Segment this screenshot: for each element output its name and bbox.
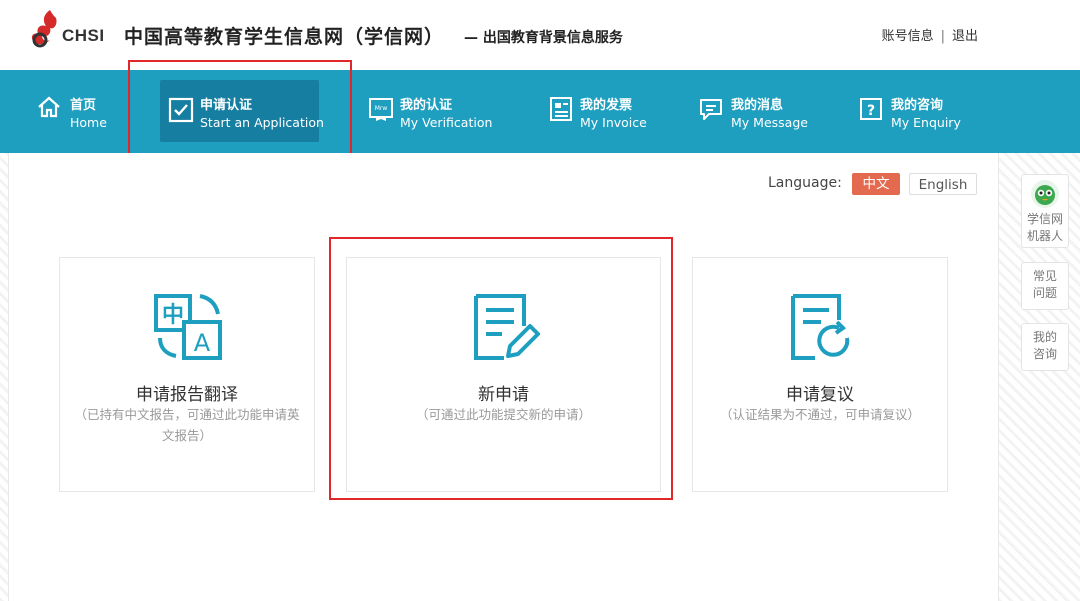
svg-text:中: 中 xyxy=(162,303,184,328)
site-subtitle: — 出国教育背景信息服务 xyxy=(464,30,623,46)
nav-label-en: My Enquiry xyxy=(891,115,961,130)
site-title: 中国高等教育学生信息网（学信网） xyxy=(124,26,445,48)
review-icon xyxy=(791,294,850,360)
nav-label-en: Home xyxy=(70,115,107,130)
nav-label-zh: 我的消息 xyxy=(731,98,784,113)
message-icon xyxy=(700,99,722,120)
faq-button[interactable]: 常见问题 xyxy=(1021,262,1069,310)
faq-label: 常见问题 xyxy=(1032,269,1057,300)
card-highlight-box xyxy=(329,237,673,500)
svg-text:A: A xyxy=(194,329,211,357)
language-label: Language: xyxy=(768,175,842,191)
svg-text:Mrw: Mrw xyxy=(375,105,388,112)
svg-text:?: ? xyxy=(867,103,875,119)
logo-text: CHSI xyxy=(62,26,105,45)
nav-label-en: My Invoice xyxy=(580,115,647,130)
home-icon xyxy=(38,96,60,118)
nav-label-zh: 首页 xyxy=(70,98,97,113)
language-en-button[interactable]: English xyxy=(909,173,977,195)
nav-highlight-box xyxy=(128,60,352,161)
robot-button[interactable]: 学信网机器人 xyxy=(1021,174,1069,248)
card-description: （认证结果为不通过，可申请复议） xyxy=(719,407,920,422)
certificate-icon: Mrw xyxy=(369,98,393,121)
nav-item-my-enquiry[interactable]: ? 我的咨询 My Enquiry xyxy=(858,80,978,142)
consult-label: 我的咨询 xyxy=(1032,330,1057,361)
robot-avatar-icon xyxy=(1031,180,1059,208)
nav-label-zh: 我的发票 xyxy=(580,98,633,113)
language-zh-button[interactable]: 中文 xyxy=(852,173,900,195)
invoice-icon xyxy=(550,97,572,121)
nav-item-my-invoice[interactable]: 我的发票 My Invoice xyxy=(548,80,658,142)
nav-label-en: My Verification xyxy=(400,115,493,130)
top-links: 账号信息 | 退出 xyxy=(882,25,978,44)
nav-label-zh: 我的认证 xyxy=(400,98,453,113)
nav-item-home[interactable]: 首页 Home xyxy=(36,80,116,142)
nav-item-my-verification[interactable]: Mrw 我的认证 My Verification xyxy=(368,80,498,142)
translate-icon: 中 A xyxy=(154,294,222,360)
account-info-link[interactable]: 账号信息 xyxy=(882,29,934,44)
robot-label: 学信网机器人 xyxy=(1026,212,1063,243)
card-description: （已持有中文报告，可通过此功能申请英文报告） xyxy=(74,407,300,443)
enquiry-icon: ? xyxy=(860,98,882,120)
left-rail xyxy=(0,153,8,601)
separator: | xyxy=(940,29,945,44)
nav-label-zh: 我的咨询 xyxy=(891,98,944,113)
logout-link[interactable]: 退出 xyxy=(952,29,978,44)
card-title: 申请复议 xyxy=(786,385,854,405)
nav-label-en: My Message xyxy=(731,115,808,130)
nav-item-my-message[interactable]: 我的消息 My Message xyxy=(698,80,818,142)
consult-button[interactable]: 我的咨询 xyxy=(1021,323,1069,371)
card-report-translation[interactable]: 中 A 申请报告翻译 （已持有中文报告，可通过此功能申请英文报告） xyxy=(59,257,315,492)
card-review[interactable]: 申请复议 （认证结果为不通过，可申请复议） xyxy=(692,257,948,492)
card-title: 申请报告翻译 xyxy=(136,385,238,405)
